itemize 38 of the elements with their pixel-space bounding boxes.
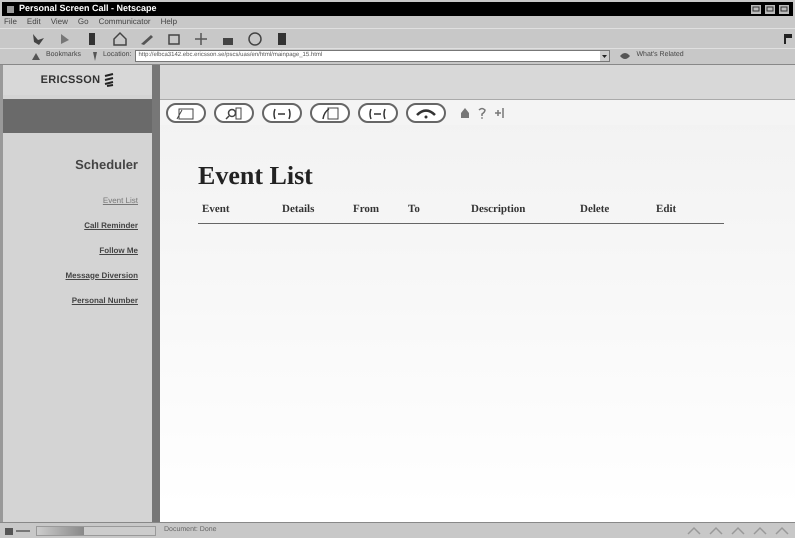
menu-item[interactable]: Edit [26,16,41,28]
column-header: Details [282,202,316,217]
phone-button[interactable] [310,102,350,122]
exit-icon[interactable] [494,106,506,118]
dropdown-icon[interactable] [600,50,610,60]
page-title: Event List [198,163,314,189]
window-title: Personal Screen Call - Netscape [19,2,157,16]
phone-button[interactable] [214,102,254,122]
menu-item[interactable]: Help [160,16,178,28]
sidebar-link[interactable]: Follow Me [99,244,138,256]
phone-button[interactable] [262,102,302,122]
logo-icon [104,73,114,87]
sidebar-link[interactable]: Call Reminder [84,220,138,230]
column-header: To [408,202,421,217]
logo-text: ERICSSON [40,72,100,88]
minimize-icon[interactable] [751,4,761,14]
menu-item[interactable]: Communicator [98,16,151,28]
help-icon[interactable] [478,106,486,118]
sidebar-heading: Scheduler [75,156,138,174]
close-icon[interactable] [779,4,789,14]
phone-button[interactable] [166,102,206,122]
sidebar-link[interactable]: Personal Number [72,294,138,306]
sidebar-link[interactable]: Event List [102,194,138,206]
column-header: Delete [580,202,610,217]
column-header: Description [471,202,526,217]
menu-item[interactable]: File [4,16,17,28]
sidebar-link[interactable]: Message Diversion [66,270,138,280]
column-header: From [353,202,380,217]
phone-button[interactable] [358,102,398,122]
column-header: Event [202,202,230,217]
phone-button[interactable] [406,102,446,122]
menu-item[interactable]: Go [78,16,89,28]
home-icon[interactable] [111,30,129,48]
home-icon[interactable] [460,106,470,118]
app-icon [6,4,15,14]
column-header: Edit [656,202,678,217]
menu-item[interactable]: View [50,16,68,28]
maximize-icon[interactable] [765,4,775,14]
